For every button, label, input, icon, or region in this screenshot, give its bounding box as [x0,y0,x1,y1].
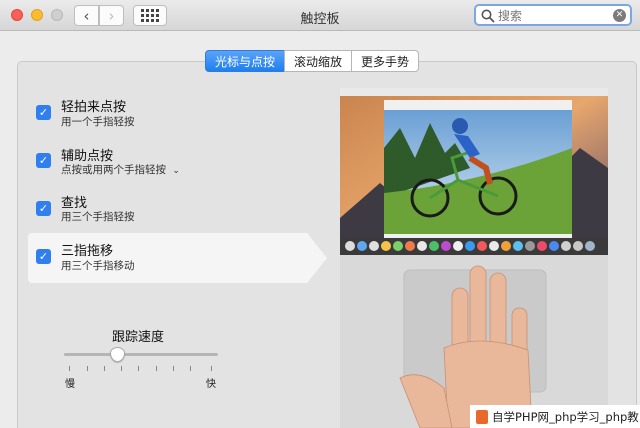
tracking-speed-label: 跟踪速度 [112,330,165,345]
watermark-text: 自学PHP网_php学习_php教 [492,409,639,424]
title-bar: ‹ › 触控板 ✕ [0,0,640,31]
gesture-preview-image [340,88,608,428]
slider-min-label: 慢 [65,379,75,390]
tab-bar: 光标与点按 滚动缩放 更多手势 [205,50,420,72]
search-input[interactable] [498,8,608,23]
clear-search-icon[interactable]: ✕ [613,9,626,22]
search-icon [481,9,495,23]
watermark: 自学PHP网_php学习_php教 [470,405,640,428]
option-subtitle: 用一个手指轻按 [61,116,135,128]
option-subtitle: 用三个手指移动 [61,260,135,272]
secondary-click-checkbox[interactable]: ✓ [36,153,51,168]
tab-scroll-and-zoom[interactable]: 滚动缩放 [284,50,353,72]
option-subtitle[interactable]: 点按或用两个手指轻按 ⌄ [61,162,180,177]
secondary-click-mode: 点按或用两个手指轻按 [61,164,166,176]
chevron-down-icon: ⌄ [172,166,180,176]
tap-to-click-checkbox[interactable]: ✓ [36,105,51,120]
search-field[interactable]: ✕ [474,4,632,26]
look-up-checkbox[interactable]: ✓ [36,201,51,216]
three-finger-drag-checkbox[interactable]: ✓ [36,249,51,264]
option-title: 轻拍来点按 [61,100,127,115]
tab-more-gestures[interactable]: 更多手势 [351,50,420,72]
tracking-speed-slider[interactable] [64,353,218,356]
option-subtitle: 用三个手指轻按 [61,211,135,223]
watermark-logo-icon [476,409,488,424]
option-title: 三指拖移 [61,244,114,259]
selection-pointer [307,233,327,283]
dock-icons [345,241,595,251]
slider-max-label: 快 [206,379,216,390]
tab-point-and-click[interactable]: 光标与点按 [205,50,286,72]
